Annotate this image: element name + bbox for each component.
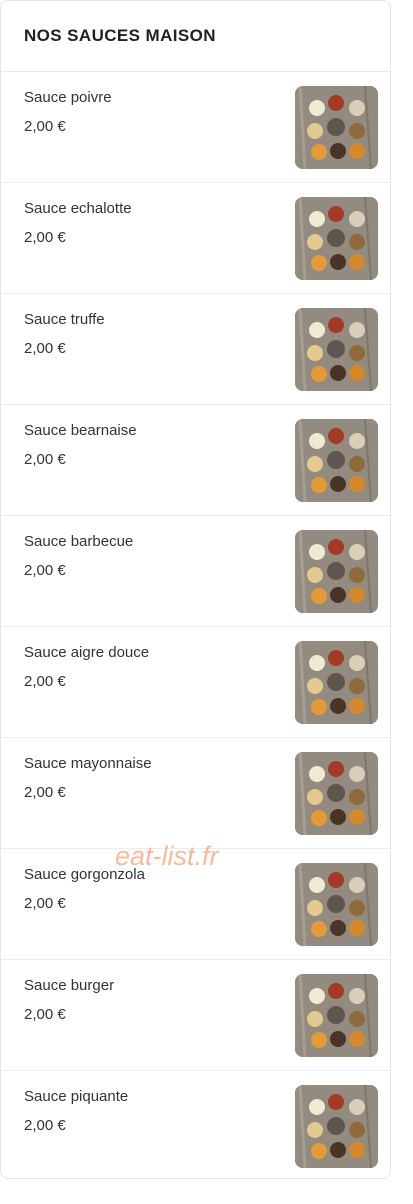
menu-item-price: 2,00 € — [24, 340, 66, 357]
menu-item-name: Sauce barbecue — [24, 533, 134, 550]
sauce-photo-thumbnail[interactable] — [295, 86, 378, 169]
menu-item-price: 2,00 € — [24, 1006, 66, 1023]
menu-item-price: 2,00 € — [24, 1117, 66, 1134]
sauce-photo-thumbnail[interactable] — [295, 530, 378, 613]
menu-item-name: Sauce echalotte — [24, 200, 132, 217]
sauce-photo-thumbnail[interactable] — [295, 1085, 378, 1168]
sauce-photo-thumbnail[interactable] — [295, 641, 378, 724]
sauce-photo-thumbnail[interactable] — [295, 419, 378, 502]
menu-item-price: 2,00 € — [24, 562, 66, 579]
section-header: NOS SAUCES MAISON — [1, 1, 390, 72]
menu-item[interactable]: Sauce gorgonzola 2,00 € — [1, 849, 390, 960]
menu-item-name: Sauce gorgonzola — [24, 866, 145, 883]
menu-item[interactable]: Sauce poivre 2,00 € — [1, 72, 390, 183]
menu-item-price: 2,00 € — [24, 895, 66, 912]
menu-item-list: Sauce poivre 2,00 € Sauce echalotte 2,00 — [1, 72, 390, 1178]
menu-item-name: Sauce poivre — [24, 89, 112, 106]
menu-item-price: 2,00 € — [24, 229, 66, 246]
menu-item-name: Sauce aigre douce — [24, 644, 150, 661]
sauce-photo-thumbnail[interactable] — [295, 863, 378, 946]
menu-item[interactable]: Sauce mayonnaise 2,00 € — [1, 738, 390, 849]
menu-item-name: Sauce truffe — [24, 311, 105, 328]
menu-item[interactable]: Sauce aigre douce 2,00 € — [1, 627, 390, 738]
menu-item-price: 2,00 € — [24, 118, 66, 135]
menu-item[interactable]: Sauce truffe 2,00 € — [1, 294, 390, 405]
menu-item-price: 2,00 € — [24, 451, 66, 468]
menu-item-price: 2,00 € — [24, 784, 66, 801]
sauce-photo-thumbnail[interactable] — [295, 308, 378, 391]
menu-item-price: 2,00 € — [24, 673, 66, 690]
menu-item[interactable]: Sauce burger 2,00 € — [1, 960, 390, 1071]
menu-item[interactable]: Sauce piquante 2,00 € — [1, 1071, 390, 1178]
sauce-photo-thumbnail[interactable] — [295, 752, 378, 835]
section-title: NOS SAUCES MAISON — [24, 26, 216, 45]
menu-section-card: NOS SAUCES MAISON Sauce poivre 2,00 € Sa… — [0, 0, 391, 1179]
menu-item-name: Sauce mayonnaise — [24, 755, 152, 772]
menu-item-name: Sauce piquante — [24, 1088, 129, 1105]
menu-item[interactable]: Sauce echalotte 2,00 € — [1, 183, 390, 294]
menu-item-name: Sauce burger — [24, 977, 115, 994]
menu-item-name: Sauce bearnaise — [24, 422, 137, 439]
sauce-photo-thumbnail[interactable] — [295, 197, 378, 280]
menu-item[interactable]: Sauce barbecue 2,00 € — [1, 516, 390, 627]
sauce-photo-thumbnail[interactable] — [295, 974, 378, 1057]
menu-item[interactable]: Sauce bearnaise 2,00 € — [1, 405, 390, 516]
